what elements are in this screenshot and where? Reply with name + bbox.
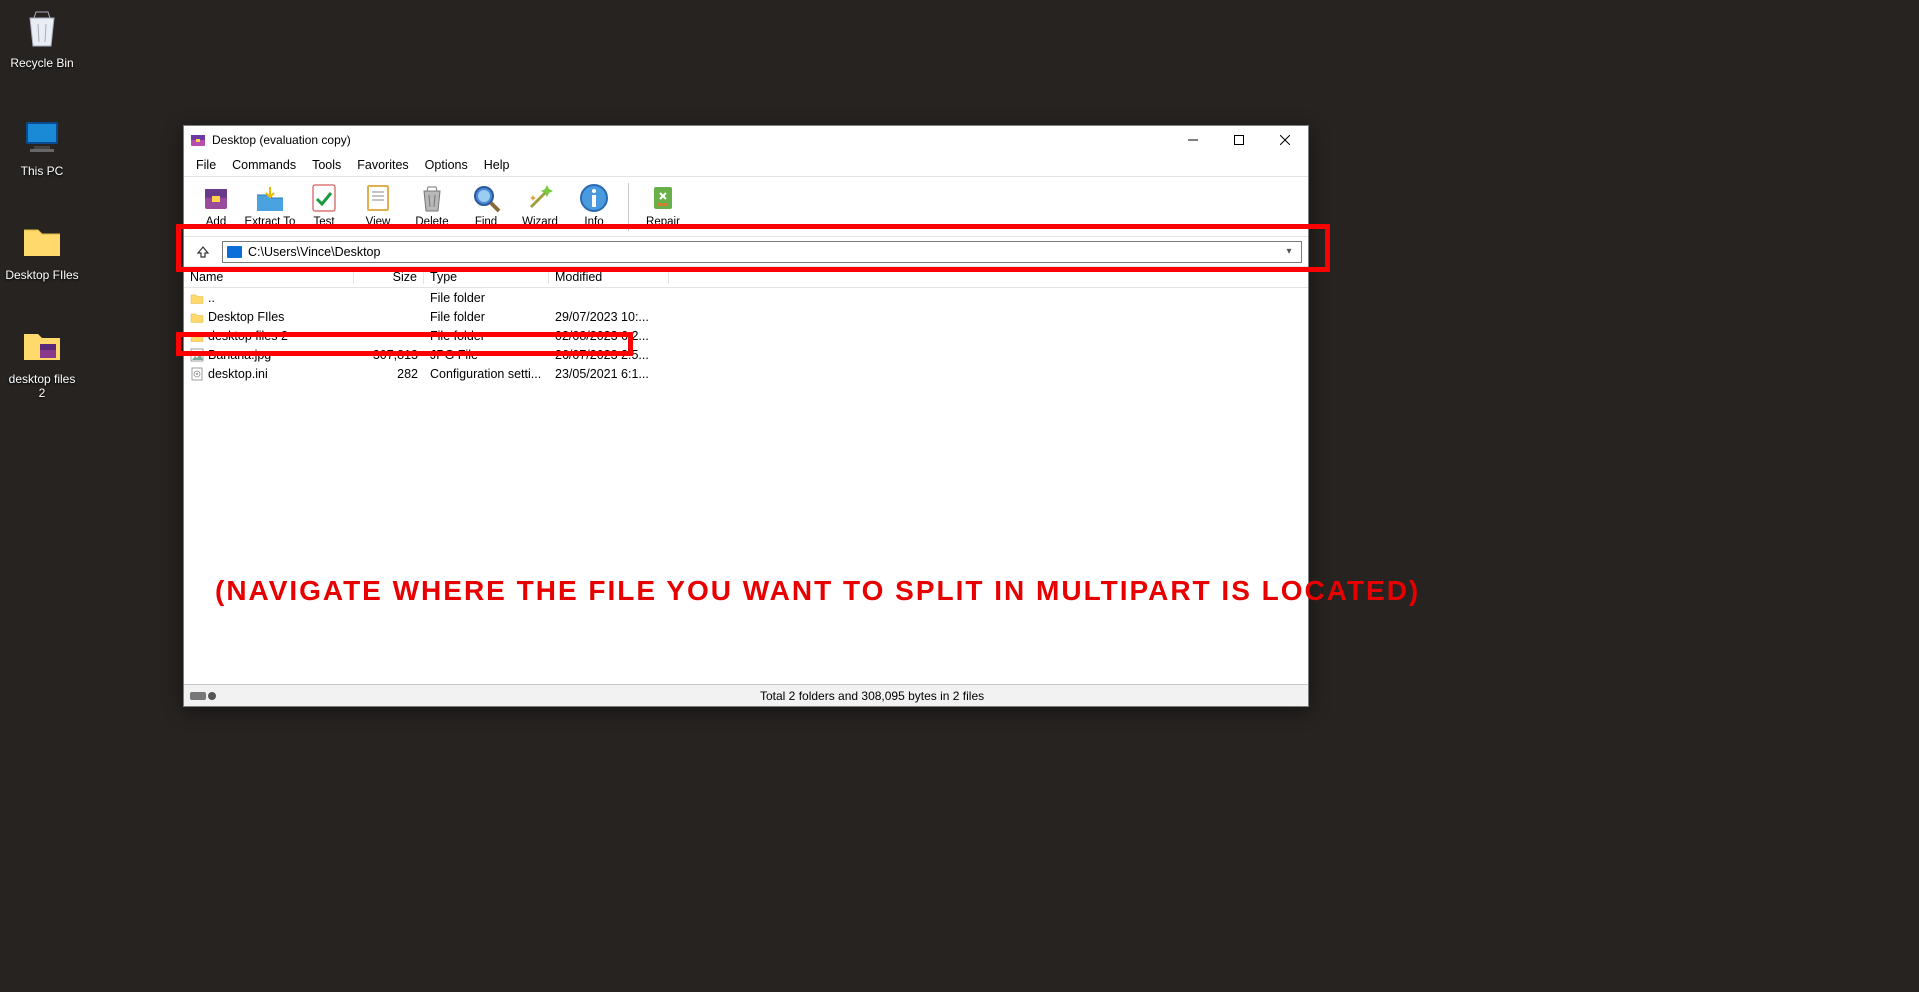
toolbar: Add Extract To Test View Delete Find Wizard Inf…	[184, 176, 1308, 236]
window-title: Desktop (evaluation copy)	[212, 133, 1170, 147]
file-type: File folder	[424, 329, 549, 343]
file-list[interactable]: .. File folder Desktop FIles File folder29/…	[184, 288, 1308, 684]
status-left	[184, 690, 754, 702]
file-name: ..	[208, 291, 215, 305]
image-icon	[190, 348, 204, 362]
menu-favorites[interactable]: Favorites	[349, 156, 416, 174]
toolbar-label: View	[366, 216, 391, 228]
list-item[interactable]: Desktop FIles File folder29/07/2023 10:..…	[184, 307, 1308, 326]
maximize-button[interactable]	[1216, 126, 1262, 154]
test-icon	[307, 181, 341, 215]
file-type: File folder	[424, 291, 549, 305]
toolbar-repair-button[interactable]: Repair	[637, 179, 689, 235]
toolbar-label: Add	[206, 216, 226, 228]
annotation-text: (NAVIGATE WHERE THE FILE YOU WANT TO SPL…	[215, 575, 1420, 607]
file-size: 282	[354, 367, 424, 381]
file-size: 307,813	[354, 348, 424, 362]
status-text: Total 2 folders and 308,095 bytes in 2 f…	[754, 689, 1308, 703]
folder-icon	[190, 310, 204, 324]
menubar[interactable]: FileCommandsToolsFavoritesOptionsHelp	[184, 154, 1308, 176]
minimize-button[interactable]	[1170, 126, 1216, 154]
folder-icon	[190, 291, 204, 305]
toolbar-add-button[interactable]: Add	[190, 179, 242, 235]
info-icon	[577, 181, 611, 215]
ini-icon	[190, 367, 204, 381]
desktop-icon-desktop-files[interactable]: Desktop FIles	[4, 216, 80, 282]
repair-icon	[646, 181, 680, 215]
menu-options[interactable]: Options	[417, 156, 476, 174]
file-name: Banana.jpg	[208, 348, 271, 362]
file-name: Desktop FIles	[208, 310, 284, 324]
file-modified: 29/07/2023 10:...	[549, 310, 669, 324]
winrar-window[interactable]: Desktop (evaluation copy) FileCommandsTo…	[183, 125, 1309, 707]
wizard-icon	[523, 181, 557, 215]
drive-icon	[227, 246, 242, 258]
toolbar-test-button[interactable]: Test	[298, 179, 350, 235]
address-path: C:\Users\Vince\Desktop	[248, 245, 1281, 259]
file-name: desktop files 2	[208, 329, 288, 343]
file-modified: 02/08/2023 6:2...	[549, 329, 669, 343]
addressbar-row: C:\Users\Vince\Desktop ▾	[184, 236, 1308, 266]
winrar-icon	[190, 132, 206, 148]
toolbar-label: Repair	[646, 216, 680, 228]
file-type: File folder	[424, 310, 549, 324]
toolbar-separator	[628, 183, 629, 231]
column-header-size[interactable]: Size	[354, 270, 424, 284]
toolbar-wizard-button[interactable]: Wizard	[514, 179, 566, 235]
file-type: Configuration setti...	[424, 367, 549, 381]
desktop-icon-label: Recycle Bin	[4, 56, 80, 70]
folder-icon	[18, 216, 66, 264]
column-headers[interactable]: NameSizeTypeModified	[184, 266, 1308, 288]
titlebar[interactable]: Desktop (evaluation copy)	[184, 126, 1308, 154]
find-icon	[469, 181, 503, 215]
toolbar-find-button[interactable]: Find	[460, 179, 512, 235]
column-header-type[interactable]: Type	[424, 270, 549, 284]
list-item[interactable]: Banana.jpg 307,813JPG File26/07/2023 2:5.…	[184, 345, 1308, 364]
extract-to-icon	[253, 181, 287, 215]
column-header-modified[interactable]: Modified	[549, 270, 669, 284]
menu-help[interactable]: Help	[476, 156, 518, 174]
recycle-icon	[18, 4, 66, 52]
toolbar-label: Delete	[415, 216, 448, 228]
menu-tools[interactable]: Tools	[304, 156, 349, 174]
toolbar-label: Wizard	[522, 216, 558, 228]
chevron-down-icon[interactable]: ▾	[1281, 246, 1297, 257]
delete-icon	[415, 181, 449, 215]
desktop-icon-desktop-files-2[interactable]: desktop files 2	[4, 320, 80, 400]
column-header-name[interactable]: Name	[184, 270, 354, 284]
list-item[interactable]: .. File folder	[184, 288, 1308, 307]
desktop-icon-label: Desktop FIles	[4, 268, 80, 282]
statusbar: Total 2 folders and 308,095 bytes in 2 f…	[184, 684, 1308, 706]
toolbar-label: Find	[475, 216, 497, 228]
toolbar-label: Info	[584, 216, 603, 228]
desktop-icon-label: This PC	[4, 164, 80, 178]
file-modified: 23/05/2021 6:1...	[549, 367, 669, 381]
desktop-icon-recycle-bin[interactable]: Recycle Bin	[4, 4, 80, 70]
file-type: JPG File	[424, 348, 549, 362]
address-combobox[interactable]: C:\Users\Vince\Desktop ▾	[222, 241, 1302, 263]
toolbar-label: Extract To	[245, 216, 296, 228]
add-icon	[199, 181, 233, 215]
file-modified: 26/07/2023 2:5...	[549, 348, 669, 362]
list-item[interactable]: desktop.ini 282Configuration setti...23/0…	[184, 364, 1308, 383]
desktop-icon-this-pc[interactable]: This PC	[4, 112, 80, 178]
menu-commands[interactable]: Commands	[224, 156, 304, 174]
toolbar-info-button[interactable]: Info	[568, 179, 620, 235]
toolbar-extract-to-button[interactable]: Extract To	[244, 179, 296, 235]
folder-icon	[190, 329, 204, 343]
desktop-icon-label: desktop files 2	[4, 372, 80, 400]
status-drive-icon	[190, 690, 218, 702]
list-item[interactable]: desktop files 2 File folder02/08/2023 6:2…	[184, 326, 1308, 345]
menu-file[interactable]: File	[188, 156, 224, 174]
view-icon	[361, 181, 395, 215]
toolbar-view-button[interactable]: View	[352, 179, 404, 235]
folder-rar-icon	[18, 320, 66, 368]
close-button[interactable]	[1262, 126, 1308, 154]
toolbar-label: Test	[313, 216, 334, 228]
toolbar-delete-button[interactable]: Delete	[406, 179, 458, 235]
file-name: desktop.ini	[208, 367, 268, 381]
pc-icon	[18, 112, 66, 160]
up-button[interactable]	[190, 240, 216, 264]
